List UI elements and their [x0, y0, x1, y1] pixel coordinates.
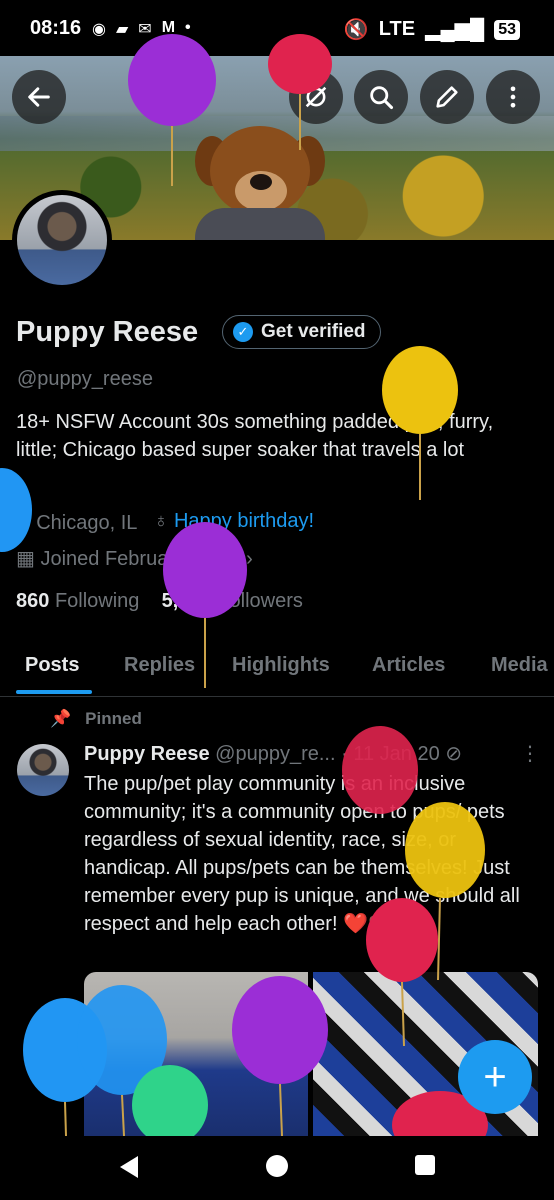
profile-meta: ⚲ Chicago, IL ♁ Happy birthday! — [16, 510, 314, 535]
nav-back-icon[interactable] — [118, 1154, 140, 1180]
pin-icon: 📌 — [50, 709, 72, 728]
birthday-link[interactable]: Happy birthday! — [174, 510, 314, 532]
grok-icon[interactable]: ⊘ — [445, 743, 462, 765]
dot-icon: • — [185, 19, 191, 36]
pinned-indicator: 📌 Pinned — [50, 709, 142, 729]
tweet-header: Puppy Reese @puppy_re... · 11 Jan 20 ⊘ — [84, 741, 462, 766]
tweet-text: The pup/pet play community is an inclusi… — [84, 773, 520, 935]
network-label: LTE — [378, 18, 416, 40]
profile-tabs: Posts Replies Highlights Articles Media — [0, 640, 554, 697]
signal-icon: ▂▄▆█ — [425, 19, 485, 41]
location-text: Chicago, IL — [36, 512, 138, 534]
battery-indicator: 53 — [494, 19, 520, 40]
edit-button[interactable] — [420, 70, 474, 124]
more-button[interactable] — [486, 70, 540, 124]
tab-media[interactable]: Media — [491, 654, 548, 677]
tweet-handle: @puppy_re... — [215, 743, 336, 765]
profile-avatar[interactable] — [12, 190, 112, 290]
more-vertical-icon — [510, 86, 516, 108]
tab-posts[interactable]: Posts — [25, 654, 79, 677]
clock: 08:16 — [30, 17, 82, 39]
tab-highlights[interactable]: Highlights — [232, 654, 330, 677]
get-verified-button[interactable]: ✓ Get verified — [222, 315, 381, 349]
profile-bio: 18+ NSFW Account 30s something padded pu… — [16, 411, 494, 461]
grok-icon — [305, 86, 327, 108]
pencil-icon — [436, 86, 458, 108]
mail-icon: ✉ — [138, 21, 152, 38]
back-arrow-icon — [28, 87, 50, 107]
following-link[interactable]: 860 Following — [16, 590, 139, 612]
followers-link[interactable]: 5,084 Followers — [162, 590, 303, 612]
profile-handle: @puppy_reese — [17, 368, 153, 390]
verified-badge-icon: ✓ — [233, 322, 253, 342]
status-bar: 08:16 ◉ ▰ ✉ M • 🔇 LTE ▂▄▆█ 53 — [0, 0, 554, 56]
plush-bear-image — [195, 116, 325, 240]
tab-replies[interactable]: Replies — [124, 654, 195, 677]
calendar-icon: ▦ — [16, 548, 35, 570]
tweet-date[interactable]: 11 Jan 20 — [353, 743, 439, 765]
mute-icon: 🔇 — [343, 19, 369, 41]
grok-button[interactable] — [289, 70, 343, 124]
tweet-author[interactable]: Puppy Reese — [84, 743, 210, 765]
joined-row[interactable]: ▦ Joined February 2016 › — [16, 546, 253, 571]
chat-icon: ▰ — [115, 21, 129, 38]
joined-text: Joined February 2016 — [40, 548, 236, 570]
tweet-image-1[interactable] — [84, 972, 308, 1136]
nav-home-icon[interactable] — [265, 1154, 289, 1178]
system-nav-bar — [0, 1136, 554, 1200]
tab-articles[interactable]: Articles — [372, 654, 445, 677]
notification-icons: ◉ ▰ ✉ M • — [92, 19, 191, 39]
compose-fab[interactable]: + — [458, 1040, 532, 1114]
tweet-avatar[interactable] — [17, 744, 69, 796]
messenger-icon: ◉ — [92, 21, 106, 38]
gmail-icon: M — [161, 19, 176, 36]
back-button[interactable] — [12, 70, 66, 124]
get-verified-label: Get verified — [261, 321, 366, 342]
search-button[interactable] — [354, 70, 408, 124]
profile-name: Puppy Reese — [16, 316, 199, 348]
tweet-separator: · — [341, 743, 348, 765]
follow-counts: 860 Following 5,084 Followers — [16, 590, 303, 613]
active-tab-indicator — [16, 690, 92, 694]
search-icon — [370, 86, 394, 110]
nav-recents-icon[interactable] — [414, 1154, 436, 1176]
tweet-more-icon[interactable]: ⋮ — [520, 741, 540, 766]
pinned-label: Pinned — [85, 709, 142, 728]
chevron-right-icon: › — [240, 548, 253, 570]
location-icon: ⚲ — [16, 512, 31, 534]
balloon-icon: ♁ — [153, 510, 169, 532]
